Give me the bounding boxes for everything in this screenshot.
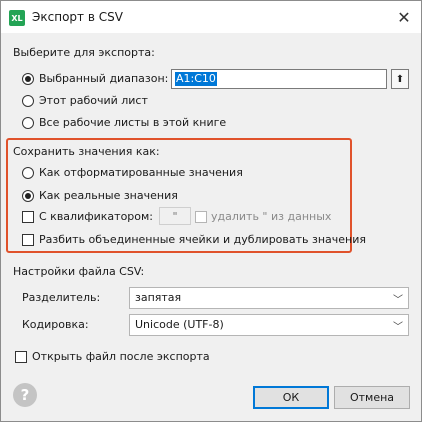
delimiter-select[interactable]: запятая ﹀	[129, 287, 409, 309]
radio-this-sheet-label[interactable]: Этот рабочий лист	[39, 94, 148, 107]
encoding-value: Unicode (UTF-8)	[135, 318, 224, 331]
radio-selected-range[interactable]	[22, 73, 34, 85]
export-csv-dialog: XL Экспорт в CSV ✕ Выберите для экспорта…	[0, 0, 422, 422]
help-icon[interactable]: ?	[13, 383, 37, 407]
chevron-down-icon: ﹀	[393, 295, 403, 306]
delimiter-value: запятая	[135, 291, 182, 304]
radio-selected-range-label[interactable]: Выбранный диапазон:	[39, 72, 168, 85]
radio-real-values-label[interactable]: Как реальные значения	[39, 189, 178, 202]
encoding-label: Кодировка:	[22, 318, 89, 331]
encoding-select[interactable]: Unicode (UTF-8) ﹀	[129, 314, 409, 336]
split-merged-label[interactable]: Разбить объединенные ячейки и дублироват…	[39, 233, 366, 246]
qualifier-input[interactable]: "	[159, 207, 191, 225]
cancel-button[interactable]: Отмена	[334, 386, 410, 409]
radio-this-sheet[interactable]	[22, 95, 34, 107]
radio-formatted-values-label[interactable]: Как отформатированные значения	[39, 166, 243, 179]
open-after-export-label[interactable]: Открыть файл после экспорта	[32, 350, 210, 363]
qualifier-checkbox[interactable]	[22, 211, 34, 223]
qualifier-label[interactable]: С квалификатором:	[39, 210, 153, 223]
split-merged-checkbox[interactable]	[22, 234, 34, 246]
title-bar: XL Экспорт в CSV ✕	[1, 1, 421, 33]
csv-settings-heading: Настройки файла CSV:	[13, 265, 145, 278]
close-icon[interactable]: ✕	[391, 5, 417, 29]
save-values-heading: Сохранить значения как:	[13, 145, 160, 158]
delimiter-label: Разделитель:	[22, 291, 101, 304]
export-scope-heading: Выберите для экспорта:	[13, 46, 155, 59]
ok-button[interactable]: ОК	[253, 386, 329, 409]
radio-formatted-values[interactable]	[22, 167, 34, 179]
excel-app-icon: XL	[9, 10, 25, 26]
radio-all-sheets[interactable]	[22, 117, 34, 129]
range-input-value: A1:C10	[175, 72, 217, 86]
dialog-title: Экспорт в CSV	[32, 10, 123, 24]
range-input[interactable]: A1:C10	[171, 69, 387, 89]
upload-arrow-icon: ⬆	[395, 73, 405, 85]
chevron-down-icon: ﹀	[393, 322, 403, 333]
remove-qualifier-label: удалить " из данных	[211, 210, 332, 223]
range-picker-button[interactable]: ⬆	[391, 69, 409, 89]
radio-all-sheets-label[interactable]: Все рабочие листы в этой книге	[39, 116, 226, 129]
open-after-export-checkbox[interactable]	[15, 351, 27, 363]
radio-real-values[interactable]	[22, 190, 34, 202]
remove-qualifier-checkbox[interactable]	[195, 211, 207, 223]
